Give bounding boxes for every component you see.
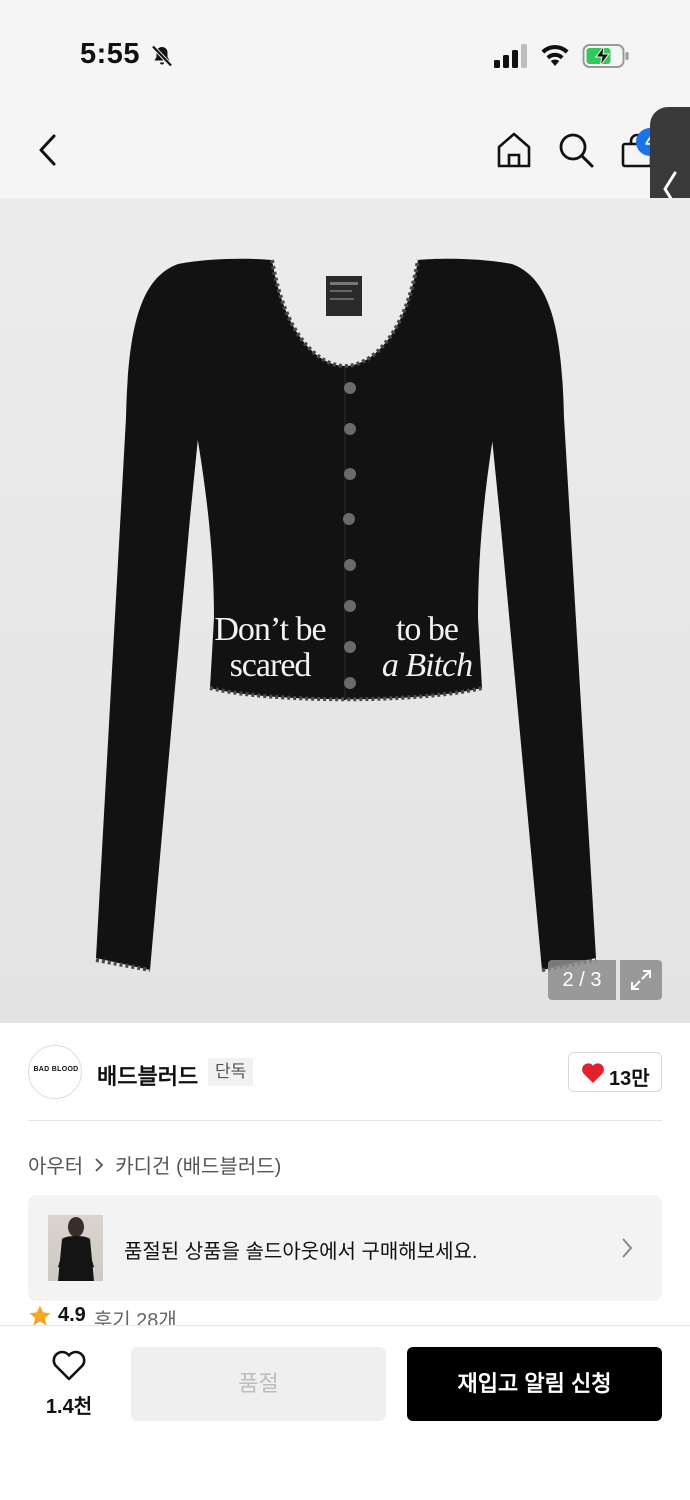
brand-row: BAD BLOOD 배드블러드 단독 13만 xyxy=(0,1023,690,1121)
slogan-left-print: Don’t be scared xyxy=(200,612,340,684)
image-page-indicator: 2 / 3 xyxy=(548,960,616,1000)
restock-alert-button[interactable]: 재입고 알림 신청 xyxy=(407,1347,662,1421)
status-bar: 5:55 xyxy=(0,0,690,100)
wishlist-button[interactable]: 1.4천 xyxy=(30,1348,108,1418)
chevron-right-icon xyxy=(622,1238,633,1258)
brand-logo[interactable]: BAD BLOOD xyxy=(28,1045,82,1099)
expand-icon xyxy=(631,970,651,990)
breadcrumb-subcategory[interactable]: 카디건 (배드블러드) xyxy=(115,1150,281,1179)
bell-off-icon xyxy=(151,45,173,67)
home-icon[interactable] xyxy=(494,130,534,170)
breadcrumb-category[interactable]: 아우터 xyxy=(28,1150,83,1179)
battery-charging-icon xyxy=(582,44,629,68)
soldout-market-banner[interactable]: 품절된 상품을 솔드아웃에서 구매해보세요. xyxy=(28,1195,662,1301)
heart-outline-icon xyxy=(52,1350,86,1381)
status-time: 5:55 xyxy=(80,38,141,70)
wifi-icon xyxy=(541,44,569,66)
brand-logo-text: BAD BLOOD xyxy=(33,1066,79,1073)
signal-icon xyxy=(494,44,527,68)
banner-thumbnail xyxy=(48,1215,103,1281)
search-icon[interactable] xyxy=(556,130,596,170)
banner-text: 품절된 상품을 솔드아웃에서 구매해보세요. xyxy=(124,1241,478,1263)
rating-score: 4.9 xyxy=(58,1304,86,1326)
expand-image-button[interactable] xyxy=(620,960,662,1000)
heart-filled-icon xyxy=(582,1063,604,1083)
slogan-right-print: to be a Bitch xyxy=(362,612,492,684)
exclusive-badge: 단독 xyxy=(208,1058,254,1086)
wishlist-count: 1.4천 xyxy=(45,1396,93,1418)
slogan-right-line1: to be xyxy=(395,611,459,648)
slogan-left-line1: Don’t be xyxy=(214,611,326,648)
soldout-button: 품절 xyxy=(131,1347,386,1421)
navigation-bar: 4 xyxy=(0,100,690,198)
slogan-right-line2: a Bitch xyxy=(381,647,473,684)
brand-like-count: 13만 xyxy=(609,1068,650,1090)
brand-like-button[interactable]: 13만 xyxy=(568,1052,662,1092)
bottom-action-bar: 1.4천 품절 재입고 알림 신청 xyxy=(0,1325,690,1500)
divider xyxy=(28,1120,662,1121)
brand-name-link[interactable]: 배드블러드 xyxy=(97,1059,198,1091)
breadcrumb: 아우터 카디건 (배드블러드) xyxy=(28,1150,281,1179)
slogan-left-line2: scared xyxy=(229,647,312,684)
chevron-right-icon xyxy=(95,1157,104,1172)
product-photo-cardigan xyxy=(95,258,597,972)
product-image-carousel[interactable]: Don’t be scared to be a Bitch xyxy=(0,198,690,1023)
back-arrow-icon[interactable] xyxy=(30,130,66,170)
